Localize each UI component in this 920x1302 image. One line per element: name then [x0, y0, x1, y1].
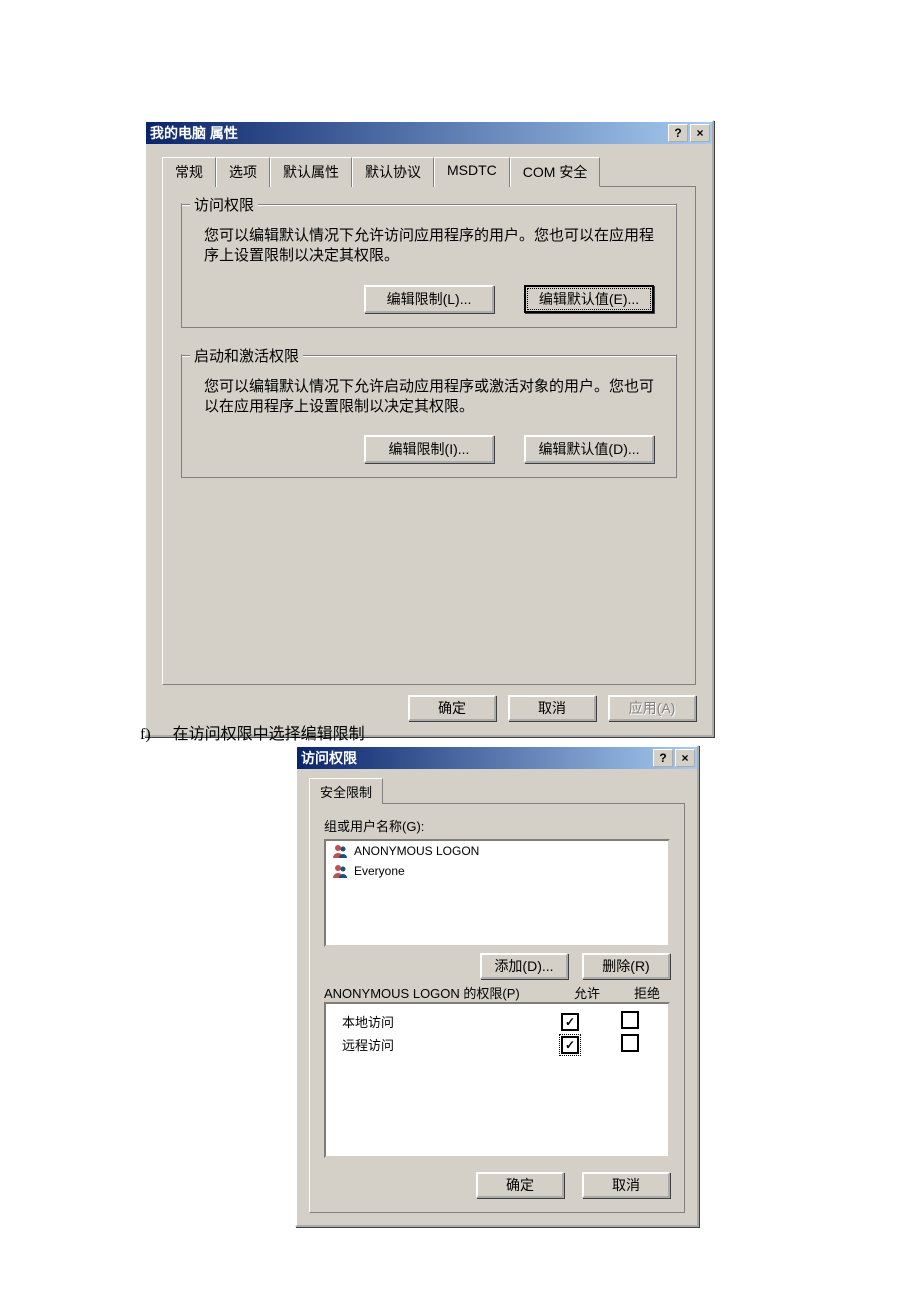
help-icon[interactable]: ?: [668, 124, 688, 142]
dialog1-titlebar: 我的电脑 属性 ? ×: [146, 122, 712, 144]
launch-permissions-desc: 您可以编辑默认情况下允许启动应用程序或激活对象的用户。您也可以在应用程序上设置限…: [204, 377, 662, 418]
help-icon[interactable]: ?: [653, 749, 673, 767]
security-limits-panel: 组或用户名称(G): ANONYMOUS LOGON Everyone 添加(D)…: [309, 804, 685, 1213]
access-permissions-desc: 您可以编辑默认情况下允许访问应用程序的用户。您也可以在应用程序上设置限制以决定其…: [204, 226, 662, 267]
permissions-columns-header: 允许 拒绝: [574, 983, 670, 1002]
users-group-icon: [332, 843, 348, 859]
dialog1-tabs: 常规 选项 默认属性 默认协议 MSDTC COM 安全: [162, 156, 696, 187]
add-user-button[interactable]: 添加(D)...: [480, 953, 568, 979]
tab-default-protocols[interactable]: 默认协议: [352, 157, 434, 187]
access-permissions-legend: 访问权限: [190, 194, 258, 215]
access-permission-dialog: 访问权限 ? × 安全限制 组或用户名称(G): ANONYMOUS LOGON…: [295, 745, 699, 1227]
launch-edit-defaults-button[interactable]: 编辑默认值(D)...: [524, 435, 654, 463]
permission-name-label: 远程访问: [334, 1035, 540, 1054]
step-text: 在访问权限中选择编辑限制: [173, 726, 365, 743]
tab-default-properties[interactable]: 默认属性: [270, 157, 352, 187]
ok-button[interactable]: 确定: [408, 695, 496, 721]
list-item[interactable]: ANONYMOUS LOGON: [326, 841, 668, 861]
permission-name-label: 本地访问: [334, 1012, 540, 1031]
permissions-for-label: ANONYMOUS LOGON 的权限(P): [324, 983, 574, 1002]
tab-msdtc[interactable]: MSDTC: [434, 157, 510, 187]
col-deny-label: 拒绝: [634, 983, 660, 1002]
users-group-icon: [332, 863, 348, 879]
deny-checkbox[interactable]: [621, 1011, 639, 1029]
dialog1-footer: 确定 取消 应用(A): [162, 685, 696, 721]
tab-security-limits[interactable]: 安全限制: [309, 778, 383, 804]
permissions-listbox: 本地访问远程访问: [324, 1002, 670, 1158]
permission-row: 本地访问: [334, 1010, 660, 1033]
cancel-button[interactable]: 取消: [508, 695, 596, 721]
close-icon[interactable]: ×: [690, 124, 710, 142]
users-listbox[interactable]: ANONYMOUS LOGON Everyone: [324, 839, 670, 947]
permission-row: 远程访问: [334, 1033, 660, 1056]
list-item[interactable]: Everyone: [326, 861, 668, 881]
tab-general[interactable]: 常规: [162, 157, 216, 187]
com-security-panel: 访问权限 您可以编辑默认情况下允许访问应用程序的用户。您也可以在应用程序上设置限…: [162, 187, 696, 685]
col-allow-label: 允许: [574, 983, 600, 1002]
dialog1-title: 我的电脑 属性: [150, 123, 668, 143]
dialog2-tabs: 安全限制: [309, 777, 685, 804]
allow-checkbox[interactable]: [561, 1013, 579, 1031]
tab-options[interactable]: 选项: [216, 157, 270, 187]
deny-checkbox[interactable]: [621, 1034, 639, 1052]
launch-permissions-legend: 启动和激活权限: [190, 345, 303, 366]
cancel-button[interactable]: 取消: [582, 1172, 670, 1198]
my-computer-properties-dialog: 我的电脑 属性 ? × 常规 选项 默认属性 默认协议 MSDTC COM 安全…: [144, 120, 714, 737]
launch-activation-permissions-group: 启动和激活权限 您可以编辑默认情况下允许启动应用程序或激活对象的用户。您也可以在…: [181, 354, 677, 479]
dialog2-titlebar: 访问权限 ? ×: [297, 747, 697, 769]
step-caption: f) 在访问权限中选择编辑限制: [140, 720, 365, 744]
access-permissions-group: 访问权限 您可以编辑默认情况下允许访问应用程序的用户。您也可以在应用程序上设置限…: [181, 203, 677, 328]
ok-button[interactable]: 确定: [476, 1172, 564, 1198]
allow-checkbox[interactable]: [561, 1036, 579, 1054]
remove-user-button[interactable]: 删除(R): [582, 953, 670, 979]
launch-edit-limits-button[interactable]: 编辑限制(I)...: [364, 435, 494, 463]
step-marker: f): [140, 726, 151, 743]
dialog2-footer: 确定 取消: [324, 1158, 670, 1198]
apply-button[interactable]: 应用(A): [608, 695, 696, 721]
dialog2-title: 访问权限: [301, 748, 653, 768]
group-user-names-label: 组或用户名称(G):: [324, 816, 670, 835]
access-edit-limits-button[interactable]: 编辑限制(L)...: [364, 285, 494, 313]
access-edit-defaults-button[interactable]: 编辑默认值(E)...: [524, 285, 654, 313]
user-name-label: ANONYMOUS LOGON: [354, 844, 479, 858]
user-name-label: Everyone: [354, 864, 405, 878]
tab-com-security[interactable]: COM 安全: [510, 157, 601, 187]
close-icon[interactable]: ×: [675, 749, 695, 767]
